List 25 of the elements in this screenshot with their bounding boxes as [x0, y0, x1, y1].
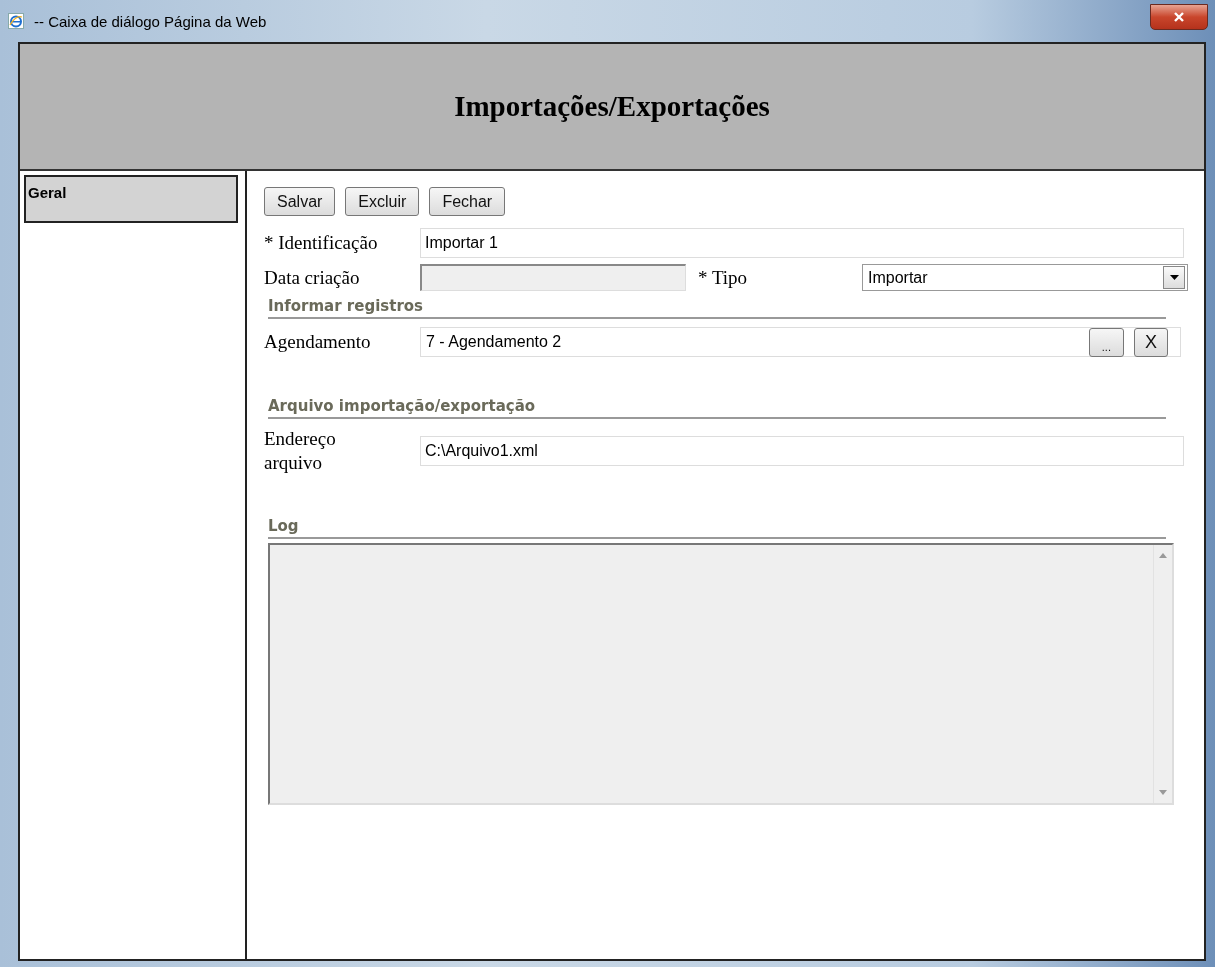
field-label: Agendamento: [264, 331, 372, 353]
close-icon: [1173, 12, 1185, 22]
dropdown-arrow-icon: [1169, 275, 1179, 280]
toolbar-button[interactable]: Excluir: [345, 187, 420, 216]
section-heading: Log: [268, 517, 1166, 539]
page-title: Importações/Exportações: [454, 90, 770, 123]
browser-icon: [8, 13, 24, 29]
field-label: Data criação: [264, 266, 361, 289]
field-label: * Tipo: [698, 266, 749, 289]
toolbar-button[interactable]: Salvar: [264, 187, 336, 216]
input-field[interactable]: C:\Arquivo1.xml: [420, 436, 1184, 466]
close-button[interactable]: [1150, 4, 1208, 30]
lookup-button[interactable]: ...: [1088, 327, 1124, 357]
lookup-button[interactable]: X: [1134, 327, 1168, 357]
sidebar-item[interactable]: Geral: [24, 175, 238, 223]
scroll-down-icon: [1159, 790, 1167, 795]
field-label: * Identificação: [264, 232, 379, 254]
window-title: -- Caixa de diálogo Página da Web: [34, 12, 267, 30]
section-heading: Informar registros: [268, 297, 1166, 319]
section-heading: Arquivo importação/exportação: [268, 397, 1166, 419]
field-label: Endereço arquivo: [264, 427, 337, 475]
type-dropdown[interactable]: Importar: [862, 264, 1188, 291]
input-field[interactable]: Importar 1: [420, 228, 1184, 258]
toolbar-button[interactable]: Fechar: [429, 187, 506, 216]
scroll-up-icon: [1159, 553, 1167, 558]
